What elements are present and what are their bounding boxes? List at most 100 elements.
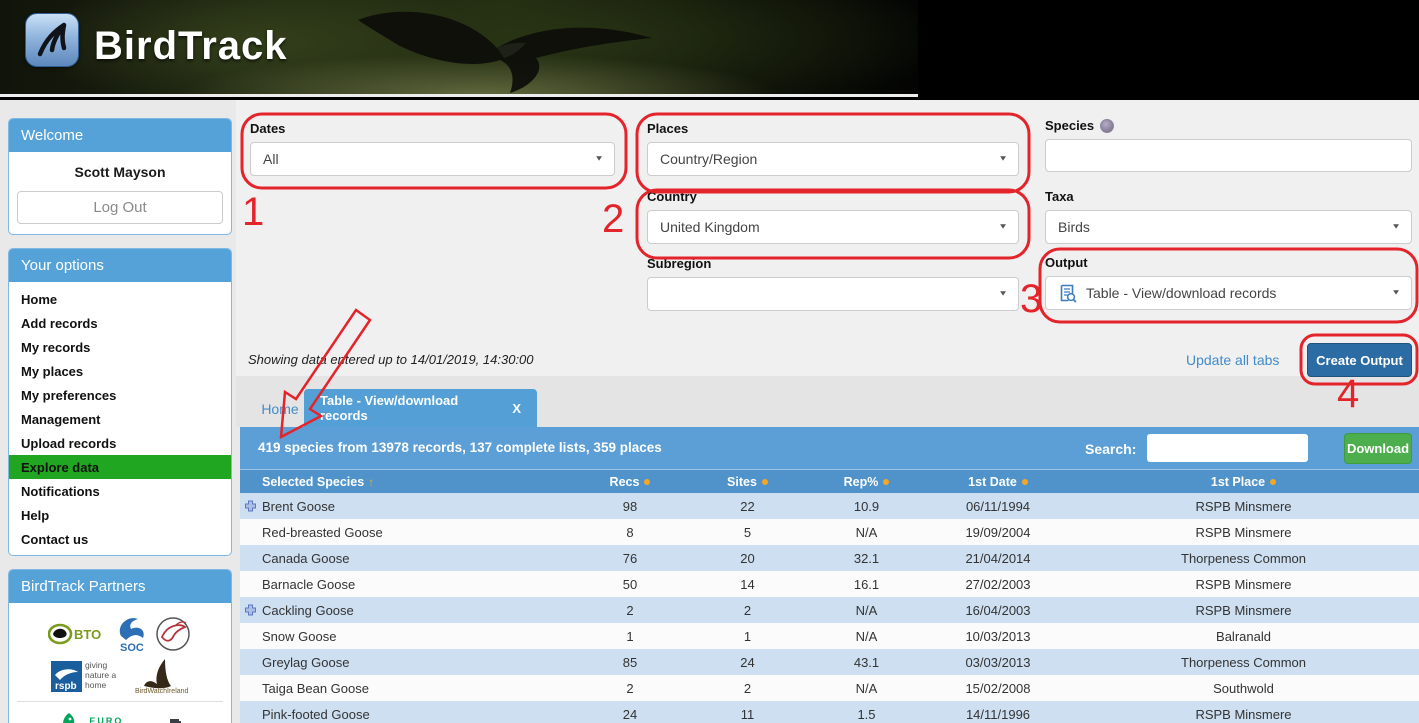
sidebar-menu-item[interactable]: Add records	[9, 311, 231, 335]
recs-value: 24	[570, 707, 690, 722]
rspb-logo[interactable]: rspb giving nature a home	[51, 661, 127, 692]
column-rep[interactable]: Rep%	[805, 475, 928, 489]
partners-panel: BirdTrack Partners BTO SOC	[8, 569, 232, 723]
dates-select-value: All	[263, 151, 279, 167]
create-output-button[interactable]: Create Output	[1307, 343, 1412, 377]
sidebar-menu-item[interactable]: Help	[9, 503, 231, 527]
places-select[interactable]: Country/Region ▼	[647, 142, 1019, 176]
subregion-label: Subregion	[647, 256, 1019, 271]
sidebar-menu-item[interactable]: My records	[9, 335, 231, 359]
species-name: Brent Goose	[262, 499, 335, 514]
table-header-row: Selected Species↑ Recs Sites Rep% 1st Da…	[240, 470, 1419, 493]
first-place-value: Southwold	[1068, 681, 1419, 696]
first-date-value: 19/09/2004	[928, 525, 1068, 540]
rep-value: 10.9	[805, 499, 928, 514]
partners-panel-title: BirdTrack Partners	[9, 570, 231, 603]
output-select[interactable]: Table - View/download records ▼	[1045, 276, 1412, 310]
column-selected-species[interactable]: Selected Species↑	[240, 475, 570, 489]
sites-value: 5	[690, 525, 805, 540]
sort-dot-icon	[644, 479, 650, 485]
welcome-panel-title: Welcome	[9, 119, 231, 152]
eurobirdportal-logo[interactable]: EURO BIRD PORTAL	[15, 708, 225, 723]
rep-value: 32.1	[805, 551, 928, 566]
places-label: Places	[647, 121, 1019, 136]
country-select[interactable]: United Kingdom ▼	[647, 210, 1019, 244]
sites-value: 24	[690, 655, 805, 670]
recs-value: 76	[570, 551, 690, 566]
table-row[interactable]: Barnacle Goose 50 14 16.1 27/02/2003 RSP…	[240, 571, 1419, 597]
species-label: Species	[1045, 118, 1094, 133]
rspb-tagline: giving nature a home	[85, 661, 127, 690]
rspb-logo-icon: rspb	[51, 661, 82, 692]
header-bird-photo: BirdTrack	[0, 0, 918, 97]
recs-value: 8	[570, 525, 690, 540]
app-header: BirdTrack	[0, 0, 1419, 100]
table-row[interactable]: Cackling Goose 2 2 N/A 16/04/2003 RSPB M…	[240, 597, 1419, 623]
recs-value: 50	[570, 577, 690, 592]
sidebar-menu-item[interactable]: Contact us	[9, 527, 231, 551]
sidebar-menu-item[interactable]: My places	[9, 359, 231, 383]
birdtrack-logo[interactable]	[25, 13, 79, 67]
update-all-tabs-link[interactable]: Update all tabs	[1186, 352, 1279, 368]
column-sites[interactable]: Sites	[690, 475, 805, 489]
sites-value: 2	[690, 603, 805, 618]
table-row[interactable]: Red-breasted Goose 8 5 N/A 19/09/2004 RS…	[240, 519, 1419, 545]
brand-title: BirdTrack	[94, 24, 288, 69]
species-input[interactable]	[1045, 139, 1412, 172]
first-place-value: Thorpeness Common	[1068, 655, 1419, 670]
bto-logo-icon[interactable]: BTO	[48, 621, 106, 647]
birdwatch-ireland-logo-icon[interactable]: BirdWatchIreland	[133, 657, 189, 695]
dates-select[interactable]: All ▼	[250, 142, 615, 176]
welcome-panel: Welcome Scott Mayson Log Out	[8, 118, 232, 235]
rep-value: 1.5	[805, 707, 928, 722]
sidebar-menu-item[interactable]: Home	[9, 287, 231, 311]
chevron-down-icon: ▼	[998, 154, 1008, 162]
tab-home[interactable]: Home	[252, 391, 308, 427]
subregion-select[interactable]: ▼	[647, 277, 1019, 311]
column-1st-date[interactable]: 1st Date	[928, 475, 1068, 489]
rep-value: N/A	[805, 629, 928, 644]
svg-text:rspb: rspb	[55, 681, 77, 692]
tab-label: Table - View/download records	[320, 393, 502, 423]
species-name: Barnacle Goose	[262, 577, 355, 592]
sidebar-menu-item[interactable]: Explore data	[9, 455, 231, 479]
first-date-value: 06/11/1994	[928, 499, 1068, 514]
table-row[interactable]: Greylag Goose 85 24 43.1 03/03/2013 Thor…	[240, 649, 1419, 675]
sidebar-menu-item[interactable]: Notifications	[9, 479, 231, 503]
sidebar-menu-item[interactable]: My preferences	[9, 383, 231, 407]
sidebar-menu-item[interactable]: Upload records	[9, 431, 231, 455]
download-button[interactable]: Download	[1344, 433, 1412, 464]
sites-value: 14	[690, 577, 805, 592]
expand-plus-icon[interactable]	[245, 501, 256, 512]
table-row[interactable]: Taiga Bean Goose 2 2 N/A 15/02/2008 Sout…	[240, 675, 1419, 701]
logout-button[interactable]: Log Out	[17, 191, 223, 224]
table-row[interactable]: Brent Goose 98 22 10.9 06/11/1994 RSPB M…	[240, 493, 1419, 519]
country-label: Country	[647, 189, 1019, 204]
column-1st-place[interactable]: 1st Place	[1068, 475, 1419, 489]
options-panel: Your options HomeAdd recordsMy recordsMy…	[8, 248, 232, 556]
column-recs[interactable]: Recs	[570, 475, 690, 489]
table-row[interactable]: Snow Goose 1 1 N/A 10/03/2013 Balranald	[240, 623, 1419, 649]
places-select-value: Country/Region	[660, 151, 757, 167]
filter-group-output: Output Table - View/download records ▼	[1045, 255, 1412, 310]
tab-close-icon[interactable]: X	[502, 401, 521, 416]
soc-logo-icon[interactable]: SOC	[112, 613, 148, 655]
chevron-down-icon: ▼	[594, 154, 604, 162]
expand-plus-icon[interactable]	[245, 605, 256, 616]
sidebar-menu-item[interactable]: Management	[9, 407, 231, 431]
tab-table-view-download[interactable]: Table - View/download records X	[304, 389, 537, 427]
showing-data-text: Showing data entered up to 14/01/2019, 1…	[248, 352, 534, 367]
filter-group-country: Country United Kingdom ▼	[647, 189, 1019, 244]
recs-value: 1	[570, 629, 690, 644]
first-place-value: RSPB Minsmere	[1068, 707, 1419, 722]
search-input[interactable]	[1147, 434, 1308, 462]
taxa-select[interactable]: Birds ▼	[1045, 210, 1412, 244]
table-row[interactable]: Canada Goose 76 20 32.1 21/04/2014 Thorp…	[240, 545, 1419, 571]
options-list: HomeAdd recordsMy recordsMy placesMy pre…	[9, 282, 231, 555]
species-help-icon[interactable]	[1100, 119, 1114, 133]
wos-logo-icon[interactable]	[154, 615, 192, 653]
sort-dot-icon	[883, 479, 889, 485]
table-row[interactable]: Pink-footed Goose 24 11 1.5 14/11/1996 R…	[240, 701, 1419, 723]
filter-group-species: Species	[1045, 118, 1412, 172]
sites-value: 1	[690, 629, 805, 644]
